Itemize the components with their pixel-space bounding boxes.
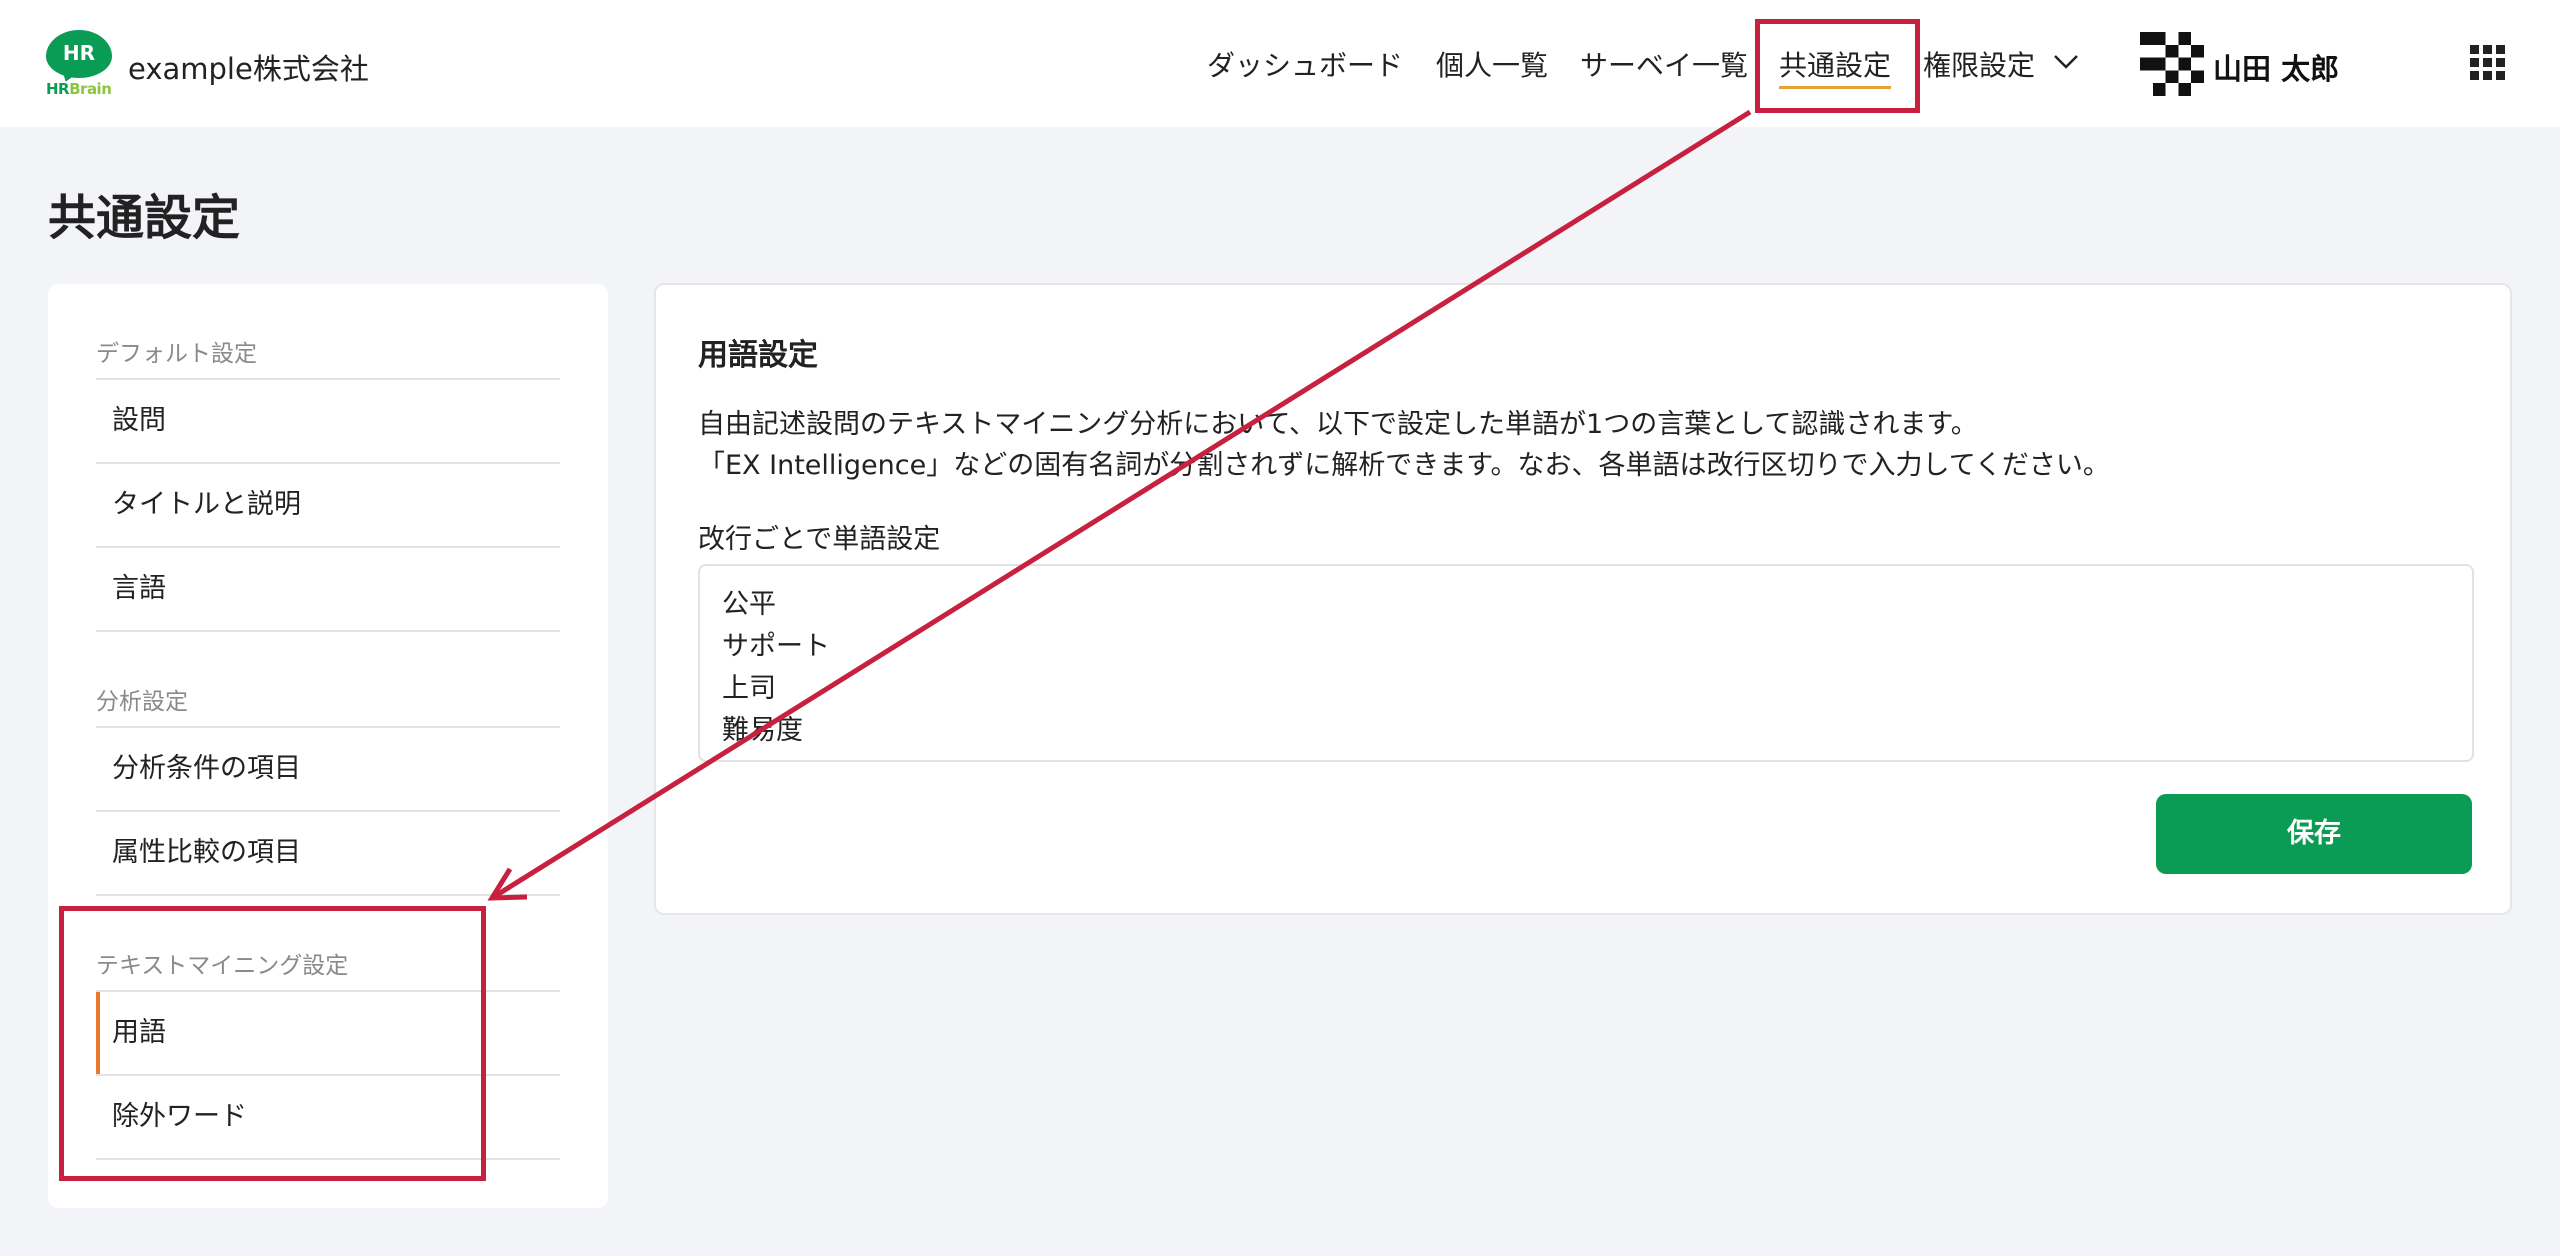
save-button[interactable]: 保存: [2156, 794, 2472, 874]
user-name[interactable]: 山田 太郎: [2213, 46, 2339, 88]
sidebar-item-analysis-conditions[interactable]: 分析条件の項目: [96, 728, 560, 810]
chevron-down-icon[interactable]: [2052, 48, 2080, 76]
description-line-1: 自由記述設問のテキストマイニング分析において、以下で設定した単語が1つの言葉とし…: [698, 409, 1978, 440]
nav-dashboard[interactable]: ダッシュボード: [1207, 44, 1403, 84]
sidebar-item-attribute-comparison[interactable]: 属性比較の項目: [96, 812, 560, 894]
term-line: サポート: [722, 631, 830, 662]
nav-permission-settings[interactable]: 権限設定: [1923, 44, 2035, 84]
page-title: 共通設定: [48, 190, 241, 246]
section-label-default-settings: デフォルト設定: [96, 341, 257, 367]
sidebar-item-title-description[interactable]: タイトルと説明: [96, 464, 560, 546]
card-title: 用語設定: [698, 338, 818, 373]
logo-wordmark-hr: HR: [46, 80, 70, 98]
nav-survey-list[interactable]: サーベイ一覧: [1580, 44, 1748, 84]
logo-wordmark-brain: Brain: [69, 80, 112, 98]
divider: [96, 1158, 560, 1160]
top-navigation-bar: HR HRBrain example株式会社 ダッシュボード 個人一覧 サーベイ…: [0, 0, 2560, 127]
sidebar-item-questions[interactable]: 設問: [96, 380, 560, 462]
term-line: 上司: [722, 673, 776, 704]
term-line: 公平: [722, 589, 776, 620]
nav-common-settings[interactable]: 共通設定: [1779, 44, 1892, 89]
description-line-2: 「EX Intelligence」などの固有名詞が分割されずに解析できます。なお…: [698, 450, 2110, 481]
sidebar-item-language[interactable]: 言語: [96, 548, 560, 630]
settings-sidebar: デフォルト設定 設問 タイトルと説明 言語 分析設定 分析条件の項目 属性比較の…: [48, 284, 608, 1208]
terms-field-label: 改行ごとで単語設定: [698, 524, 941, 555]
divider: [96, 894, 560, 896]
company-name: example株式会社: [128, 52, 369, 86]
section-label-text-mining-settings: テキストマイニング設定: [96, 953, 349, 979]
term-settings-card: 用語設定 自由記述設問のテキストマイニング分析において、以下で設定した単語が1つ…: [654, 283, 2512, 915]
hrbrain-logo[interactable]: HR HRBrain: [44, 30, 116, 98]
sidebar-item-terms[interactable]: 用語: [96, 992, 560, 1074]
nav-person-list[interactable]: 個人一覧: [1436, 44, 1548, 84]
logo-wordmark: HRBrain: [46, 80, 112, 98]
grid-icon[interactable]: [2470, 45, 2506, 81]
terms-textarea[interactable]: 公平 サポート 上司 難易度: [698, 564, 2474, 762]
term-line: 難易度: [722, 715, 803, 746]
pixel-avatar-icon[interactable]: [2140, 32, 2204, 96]
section-label-analysis-settings: 分析設定: [96, 689, 188, 715]
divider: [96, 630, 560, 632]
sidebar-item-excluded-words[interactable]: 除外ワード: [96, 1076, 560, 1158]
